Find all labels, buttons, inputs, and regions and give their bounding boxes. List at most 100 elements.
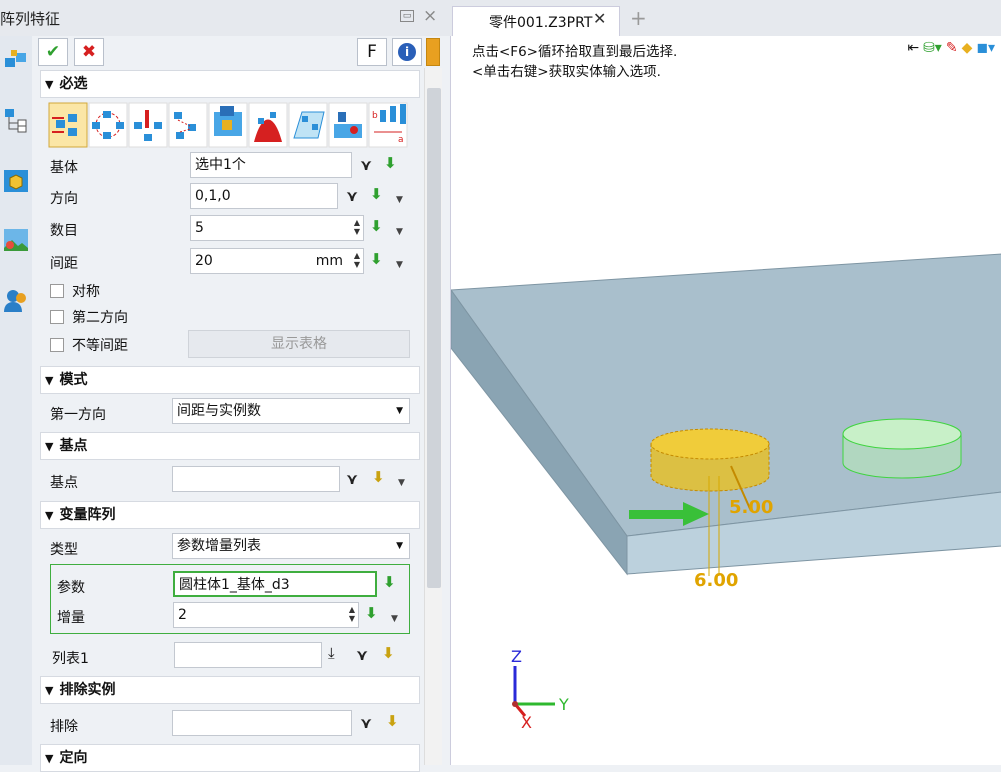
unequal-spacing-checkbox[interactable]	[50, 338, 64, 352]
pattern-variable-icon[interactable]: ba	[368, 102, 408, 148]
pattern-reuse-icon[interactable]	[328, 102, 368, 148]
spacing-unit: mm	[315, 253, 343, 269]
section-orient-header[interactable]: ▼ 定向	[40, 744, 420, 772]
section-mode-title: 模式	[59, 372, 88, 388]
svg-text:a: a	[398, 135, 404, 145]
pattern-type-gallery: ba	[48, 102, 412, 148]
ok-button[interactable]: ✔	[38, 38, 68, 66]
side-icon-strip	[0, 36, 32, 765]
dropdown-icon[interactable]: ▼	[391, 610, 398, 628]
f-button[interactable]: F	[357, 38, 387, 66]
section-required-title: 必选	[59, 76, 88, 92]
type-label: 类型	[50, 542, 78, 558]
show-table-button[interactable]: 显示表格	[188, 330, 410, 358]
dropdown-icon: ▼	[396, 406, 403, 416]
pattern-fill-icon[interactable]	[208, 102, 248, 148]
spin-arrows-icon[interactable]: ▲ ▼	[349, 605, 355, 623]
type-value: 参数增量列表	[177, 538, 261, 554]
pick-arrow-icon[interactable]: ⬇	[382, 644, 395, 662]
pick-arrow-icon[interactable]: ⬇	[386, 712, 399, 730]
pattern-linear-icon[interactable]	[48, 102, 88, 148]
image-icon[interactable]	[2, 226, 30, 254]
user-icon[interactable]	[2, 286, 30, 314]
base-point-field[interactable]	[172, 466, 340, 492]
chevron-down-icon[interactable]: ⋎	[360, 156, 372, 174]
tab-close-icon[interactable]: ✕	[593, 9, 606, 28]
pick-arrow-icon[interactable]: ⬇	[370, 250, 383, 268]
pick-arrow-icon[interactable]: ⬇	[365, 604, 378, 622]
part-icon[interactable]	[2, 166, 30, 194]
expand-tab[interactable]	[426, 38, 440, 66]
scrollbar-thumb[interactable]	[427, 88, 441, 588]
dropdown-icon[interactable]: ▼	[398, 474, 405, 492]
selected-cylinder[interactable]	[650, 428, 770, 492]
panel-close-icon[interactable]: ×	[423, 6, 437, 26]
variable-param-group: 参数 圆柱体1_基体_d3 ⬇ 增量 2 ▲ ▼ ⬇ ▼	[50, 564, 410, 634]
dropdown-icon[interactable]: ▼	[396, 191, 403, 209]
pattern-polygon-icon[interactable]	[128, 102, 168, 148]
pick-arrow-icon[interactable]: ⬇	[372, 468, 385, 486]
spin-arrows-icon[interactable]: ▲ ▼	[354, 251, 360, 269]
exclude-field[interactable]	[172, 710, 352, 736]
axis-triad: Z Y X	[511, 647, 569, 732]
axis-x-label: X	[521, 713, 532, 732]
dropdown-icon[interactable]: ▼	[396, 256, 403, 274]
feature-cubes-icon[interactable]	[2, 46, 30, 74]
dimension-label-2[interactable]: 6.00	[694, 570, 738, 591]
spin-arrows-icon[interactable]: ▲ ▼	[354, 218, 360, 236]
section-exclude-header[interactable]: ▼ 排除实例	[40, 676, 420, 704]
new-tab-icon[interactable]: +	[630, 6, 647, 30]
count-stepper[interactable]: 5 ▲ ▼	[190, 215, 364, 241]
second-direction-label: 第二方向	[72, 310, 128, 326]
download-icon[interactable]: ⤓	[328, 644, 335, 662]
section-required-header[interactable]: ▼ 必选	[40, 70, 420, 98]
increment-stepper[interactable]: 2 ▲ ▼	[173, 602, 359, 628]
3d-viewport[interactable]: 点击<F6>循环拾取直到最后选择. <单击右键>获取实体输入选项. ⇤ ⛁▾ ✎…	[450, 36, 1001, 765]
dimension-label-1[interactable]: 5.00	[729, 497, 773, 518]
chevron-down-icon[interactable]: ⋎	[346, 187, 358, 205]
spacing-stepper[interactable]: 20 mm ▲ ▼	[190, 248, 364, 274]
pattern-point-icon[interactable]	[168, 102, 208, 148]
section-variable-header[interactable]: ▼ 变量阵列	[40, 501, 420, 529]
pattern-curve-icon[interactable]	[248, 102, 288, 148]
section-base-point-header[interactable]: ▼ 基点	[40, 432, 420, 460]
section-mode-header[interactable]: ▼ 模式	[40, 366, 420, 394]
pick-arrow-icon[interactable]: ⬇	[384, 154, 397, 172]
first-direction-value: 间距与实例数	[177, 403, 261, 419]
list-field[interactable]	[174, 642, 322, 668]
pick-arrow-icon[interactable]: ⬇	[370, 185, 383, 203]
plate-top-face[interactable]	[451, 253, 1001, 537]
axis-y-label: Y	[558, 695, 569, 714]
info-button[interactable]: i	[392, 38, 422, 66]
second-direction-checkbox[interactable]	[50, 310, 64, 324]
direction-field[interactable]: 0,1,0	[190, 183, 338, 209]
tab-document-label: 零件001.Z3PRT	[489, 15, 593, 31]
panel-title: 阵列特征	[0, 10, 61, 28]
section-variable-title: 变量阵列	[59, 507, 116, 523]
tab-document[interactable]: 零件001.Z3PRT ✕	[452, 6, 620, 36]
cancel-button[interactable]: ✖	[74, 38, 104, 66]
pin-icon[interactable]: ▭	[400, 10, 414, 22]
tree-icon[interactable]	[2, 106, 30, 134]
base-label: 基体	[50, 160, 78, 176]
collapse-arrow-icon: ▼	[45, 440, 54, 453]
collapse-arrow-icon: ▼	[45, 684, 54, 697]
symmetric-label: 对称	[72, 284, 100, 300]
chevron-down-icon[interactable]: ⋎	[346, 470, 358, 488]
unequal-spacing-label: 不等间距	[72, 338, 128, 354]
type-select[interactable]: 参数增量列表 ▼	[172, 533, 410, 559]
panel-scrollbar[interactable]	[424, 68, 442, 765]
base-field[interactable]: 选中1个	[190, 152, 352, 178]
dropdown-icon[interactable]: ▼	[396, 223, 403, 241]
chevron-down-icon[interactable]: ⋎	[360, 714, 372, 732]
param-field[interactable]: 圆柱体1_基体_d3	[173, 571, 377, 597]
first-direction-select[interactable]: 间距与实例数 ▼	[172, 398, 410, 424]
pick-arrow-icon[interactable]: ⬇	[383, 573, 396, 591]
pattern-surface-icon[interactable]	[288, 102, 328, 148]
pattern-circular-icon[interactable]	[88, 102, 128, 148]
pick-arrow-icon[interactable]: ⬇	[370, 217, 383, 235]
symmetric-checkbox[interactable]	[50, 284, 64, 298]
exclude-label: 排除	[50, 719, 78, 735]
chevron-down-icon[interactable]: ⋎	[356, 646, 368, 664]
collapse-arrow-icon: ▼	[45, 509, 54, 522]
